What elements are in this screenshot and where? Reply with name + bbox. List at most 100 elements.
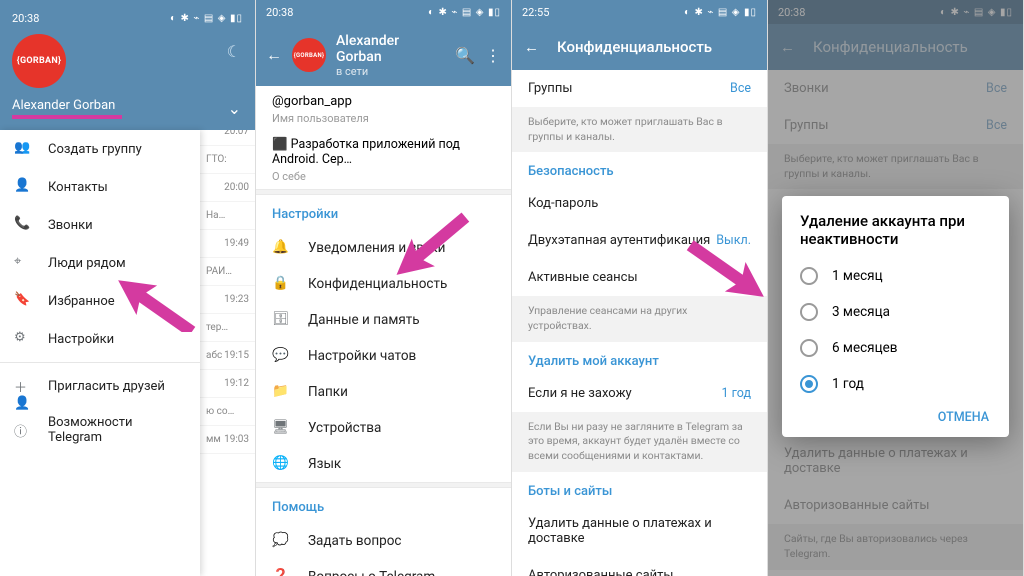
label: Удалить данные о платежах и доставке — [528, 516, 751, 546]
value: 1 год — [722, 386, 752, 401]
chat-row: мм19:03 — [200, 426, 255, 454]
username-label: Имя пользователя — [256, 111, 511, 131]
more-icon[interactable]: ⋮ — [485, 46, 501, 65]
label: Создать группу — [48, 142, 142, 157]
inactive-note: Если Вы ни разу не загляните в Telegram … — [512, 412, 767, 472]
accent-bar — [12, 115, 122, 119]
label: Двухэтапная аутентификация — [528, 233, 710, 248]
privacy-header: ← Конфиденциальность — [512, 24, 767, 70]
drawer-nearby[interactable]: ⌖Люди рядом — [0, 244, 200, 282]
label: Активные сеансы — [528, 270, 638, 285]
settings-data[interactable]: 🗄Данные и память — [256, 302, 511, 338]
profile-header: ← {GORBAN} Alexander Gorban в сети 🔍 ⋮ — [256, 24, 511, 86]
label: 6 месяцев — [832, 340, 897, 356]
section-security: Безопасность — [512, 152, 767, 185]
delete-if-inactive[interactable]: Если я не захожу 1 год — [512, 375, 767, 412]
drawer-header: 20:38 ◐ ✱ ⌁ ▤ ◈ ▮▯ {GORBAN} ☾ Alexander G… — [0, 0, 255, 130]
label: Язык — [308, 456, 341, 472]
back-icon[interactable]: ← — [266, 45, 282, 65]
chat-row: РАИ… — [200, 258, 255, 286]
section-help: Помощь — [256, 488, 511, 523]
label: Данные и память — [308, 312, 420, 328]
search-icon[interactable]: 🔍 — [455, 46, 475, 65]
label: Звонки — [48, 218, 93, 233]
label: 1 год — [832, 376, 864, 392]
status-icons: ◐ ✱ ⌁ ▤ ◈ ▮▯ — [170, 13, 243, 24]
profile-status: в сети — [336, 65, 445, 78]
chat-row: абс19:15 — [200, 342, 255, 370]
status-icons: ◐ ✱ ⌁ ▤ ◈ ▮▯ — [684, 7, 757, 18]
chat-row: ю со… — [200, 398, 255, 426]
groups-note: Выберите, кто может приглашать Вас в гру… — [512, 107, 767, 152]
help-ask[interactable]: 💭Задать вопрос — [256, 523, 511, 559]
settings-devices[interactable]: 🖥Устройства — [256, 410, 511, 446]
label: Пригласить друзей — [48, 379, 165, 394]
dialog-title: Удаление аккаунта при неактивности — [788, 212, 1003, 258]
label: Задать вопрос — [308, 533, 401, 549]
chat-row: 19:12 — [200, 370, 255, 398]
avatar[interactable]: {GORBAN} — [292, 38, 326, 72]
drawer-menu: 👥Создать группу 👤Контакты 📞Звонки ⌖Люди … — [0, 130, 200, 576]
settings-language[interactable]: 🌐Язык — [256, 446, 511, 482]
drawer-contacts[interactable]: 👤Контакты — [0, 168, 200, 206]
status-time: 20:38 — [12, 12, 39, 25]
chevron-down-icon[interactable]: ⌄ — [228, 99, 241, 118]
radio-icon — [800, 339, 818, 357]
settings-folders[interactable]: 📁Папки — [256, 374, 511, 410]
security-passcode[interactable]: Код-пароль — [512, 185, 767, 222]
drawer-invite[interactable]: ＋👤Пригласить друзей — [0, 367, 200, 405]
radio-icon — [800, 267, 818, 285]
label: 1 месяц — [832, 268, 883, 284]
option-6-months[interactable]: 6 месяцев — [788, 330, 1003, 366]
username-value[interactable]: @gorban_app — [256, 86, 511, 111]
section-delete-account: Удалить мой аккаунт — [512, 342, 767, 375]
page-title: Конфиденциальность — [557, 38, 712, 56]
bio-label: О себе — [256, 169, 511, 189]
drawer-calls[interactable]: 📞Звонки — [0, 206, 200, 244]
label: Настройки чатов — [308, 348, 416, 364]
option-3-months[interactable]: 3 месяца — [788, 294, 1003, 330]
label: Возможности Telegram — [48, 415, 186, 445]
help-faq[interactable]: ❓Вопросы о Telegram — [256, 559, 511, 576]
label: Избранное — [48, 294, 115, 309]
settings-chat[interactable]: 💬Настройки чатов — [256, 338, 511, 374]
privacy-groups[interactable]: Группы Все — [512, 70, 767, 107]
label: Авторизованные сайты — [528, 568, 674, 576]
chat-row: 19:23 — [200, 286, 255, 314]
label: 3 месяца — [832, 304, 890, 320]
back-icon[interactable]: ← — [524, 38, 539, 56]
label: Контакты — [48, 180, 108, 195]
bio-value[interactable]: ⬛ Разработка приложений под Android. Сер… — [256, 131, 511, 169]
section-bots: Боты и сайты — [512, 472, 767, 505]
value: Все — [730, 81, 751, 96]
radio-icon — [800, 303, 818, 321]
chat-row: 19:49 — [200, 230, 255, 258]
label: Если я не захожу — [528, 386, 632, 401]
label: Код-пароль — [528, 196, 598, 211]
drawer-username: Alexander Gorban — [12, 98, 243, 113]
bots-payments[interactable]: Удалить данные о платежах и доставке — [512, 505, 767, 557]
cancel-button[interactable]: ОТМЕНА — [788, 402, 1003, 429]
status-icons: ◐ ✱ ⌁ ▤ ◈ ▮▯ — [428, 7, 501, 18]
drawer-new-group[interactable]: 👥Создать группу — [0, 130, 200, 168]
drawer-features[interactable]: ⓘВозможности Telegram — [0, 405, 200, 455]
chat-row: На… — [200, 202, 255, 230]
night-mode-icon[interactable]: ☾ — [227, 42, 241, 61]
highlight-arrow — [110, 280, 200, 332]
option-1-year[interactable]: 1 год — [788, 366, 1003, 402]
avatar[interactable]: {GORBAN} — [12, 34, 66, 88]
bots-authsites[interactable]: Авторизованные сайты — [512, 557, 767, 576]
profile-name: Alexander Gorban — [336, 33, 445, 65]
status-time: 22:55 — [522, 6, 549, 19]
settings-privacy[interactable]: 🔒Конфиденциальность — [256, 266, 511, 302]
label: Папки — [308, 384, 348, 400]
chat-row: ГТО: — [200, 146, 255, 174]
option-1-month[interactable]: 1 месяц — [788, 258, 1003, 294]
label: Группы — [528, 81, 572, 96]
label: Люди рядом — [48, 256, 126, 271]
chat-row: 20:00 — [200, 174, 255, 202]
delete-inactive-dialog: Удаление аккаунта при неактивности 1 мес… — [782, 196, 1009, 437]
radio-icon — [800, 375, 818, 393]
chat-row: тер… — [200, 314, 255, 342]
label: Вопросы о Telegram — [308, 569, 435, 576]
